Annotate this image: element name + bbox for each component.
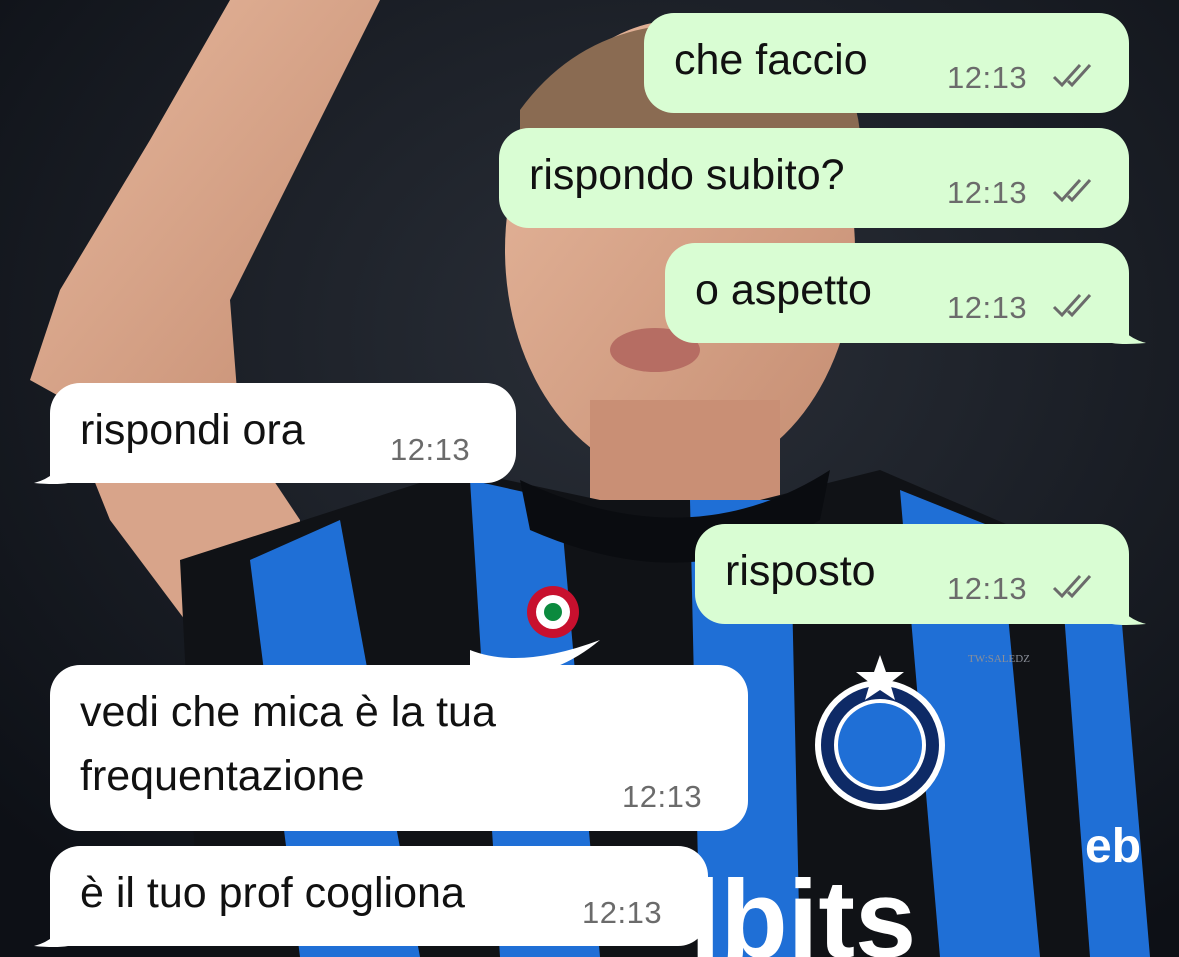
message-time: 12:13 [947,571,1028,606]
message-time: 12:13 [582,895,663,930]
message-bubble-outgoing[interactable]: rispondo subito? 12:13 [499,128,1129,228]
bubble-tail-icon [1112,594,1146,625]
message-time: 12:13 [947,290,1028,325]
message-bubble-outgoing[interactable]: che faccio 12:13 [644,13,1129,113]
message-time: 12:13 [390,432,471,467]
read-ticks-icon [1052,293,1092,318]
message-time: 12:13 [622,779,703,814]
sponsor-text: lbits [690,858,916,957]
message-text-line: vedi che mica è la tua [80,688,496,736]
message-text: è il tuo prof cogliona [80,869,465,917]
message-text-line: frequentazione [80,752,365,800]
message-text: risposto [725,547,876,595]
message-bubble-outgoing[interactable]: o aspetto 12:13 [665,243,1129,343]
message-bubble-outgoing[interactable]: risposto 12:13 [695,524,1129,624]
bubble-tail-icon [34,453,68,484]
message-text: o aspetto [695,266,872,314]
read-ticks-icon [1052,178,1092,203]
message-bubble-incoming[interactable]: è il tuo prof cogliona 12:13 [50,846,708,946]
message-time: 12:13 [947,175,1028,210]
read-ticks-icon [1052,574,1092,599]
bubble-tail-icon [34,916,68,947]
message-bubble-incoming[interactable]: vedi che mica è la tua frequentazione 12… [50,665,748,831]
read-ticks-icon [1052,63,1092,88]
sleeve-logo: eb [1085,820,1141,873]
message-time: 12:13 [947,60,1028,95]
message-text: rispondi ora [80,406,305,454]
message-text: rispondo subito? [529,151,845,199]
watermark: TW:SALEDZ [968,653,1030,665]
bubble-tail-icon [1112,313,1146,344]
message-bubble-incoming[interactable]: rispondi ora 12:13 [50,383,516,483]
chat-screenshot: lbits eb TW:SALEDZ che faccio 12:13 risp… [0,0,1179,957]
message-text: che faccio [674,36,868,84]
